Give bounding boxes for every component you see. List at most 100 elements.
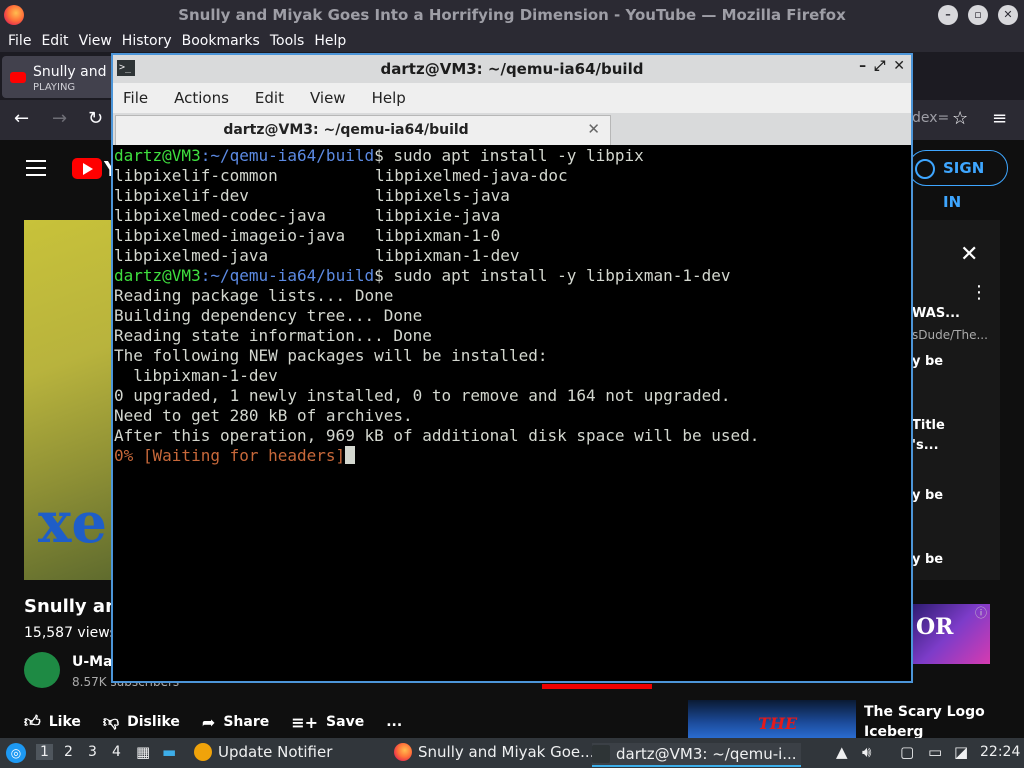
minimize-icon[interactable]: – xyxy=(859,58,866,74)
channel-avatar[interactable] xyxy=(24,652,60,688)
side-text: 's... xyxy=(912,438,939,453)
menu-edit[interactable]: Edit xyxy=(41,33,70,49)
desktop-icon[interactable]: ▬ xyxy=(162,743,176,761)
video-actions: 👍︎ Like 👎︎ Dislike ➦ Share ≡+ Save ... xyxy=(24,712,424,732)
menu-bookmarks[interactable]: Bookmarks xyxy=(182,33,262,49)
thumbs-up-icon: 👍︎ xyxy=(24,712,41,731)
workspace-4[interactable]: 4 xyxy=(112,744,121,760)
user-icon xyxy=(915,159,935,179)
share-button[interactable]: ➦ Share xyxy=(202,713,269,732)
menu-history[interactable]: History xyxy=(122,33,174,49)
terminal-titlebar: >_ dartz@VM3: ~/qemu-ia64/build – ⤢ ✕ xyxy=(113,55,911,83)
close-tab-icon[interactable]: ✕ xyxy=(587,120,600,138)
maximize-icon[interactable]: ⤢ xyxy=(874,58,885,74)
thumbnail-art: OR xyxy=(916,614,954,640)
back-icon[interactable]: ← xyxy=(14,108,29,129)
like-label: Like xyxy=(48,714,81,730)
menu-tools[interactable]: Tools xyxy=(270,33,307,49)
menu-help[interactable]: Help xyxy=(314,33,348,49)
menu-file[interactable]: File xyxy=(8,33,33,49)
completion-row: libpixelmed-imageio-java libpixman-1-0 xyxy=(114,226,911,246)
terminal-line: dartz@VM3:~/qemu-ia64/build$ sudo apt in… xyxy=(114,146,911,166)
youtube-logo-icon[interactable] xyxy=(72,158,102,179)
bluetooth-icon[interactable]: ◪ xyxy=(954,743,968,761)
side-text: sDude/The... xyxy=(912,328,988,342)
side-text: y be xyxy=(912,354,944,369)
close-icon[interactable]: ✕ xyxy=(893,58,905,74)
completion-item: libpixman-1-0 xyxy=(375,226,501,245)
completion-item: libpixelif-common xyxy=(114,166,278,185)
menu-view[interactable]: View xyxy=(79,33,114,49)
url-bar-text[interactable]: dex= xyxy=(912,110,949,126)
sign-in-button[interactable]: SIGN IN xyxy=(908,150,1008,211)
term-menu-help[interactable]: Help xyxy=(372,89,406,107)
firefox-icon xyxy=(394,743,412,761)
workspace-2[interactable]: 2 xyxy=(64,744,73,760)
more-vert-icon[interactable]: ⋮ xyxy=(970,282,988,303)
side-text: y be xyxy=(912,488,944,503)
thumbnail-art: THE xyxy=(758,714,798,733)
bookmark-star-icon[interactable]: ☆ xyxy=(952,108,968,129)
taskbar-terminal[interactable]: dartz@VM3: ~/qemu-i... xyxy=(592,743,801,767)
clipboard-icon[interactable]: ▢ xyxy=(900,743,914,761)
terminal-icon: >_ xyxy=(117,60,135,76)
completion-row: libpixelmed-java libpixman-1-dev xyxy=(114,246,911,266)
info-icon[interactable]: ⓘ xyxy=(975,604,987,621)
thumbs-down-icon: 👎︎ xyxy=(102,712,120,731)
taskbar-firefox[interactable]: Snully and Miyak Goe... xyxy=(394,743,594,761)
term-menu-edit[interactable]: Edit xyxy=(255,89,284,107)
firefox-titlebar: Snully and Miyak Goes Into a Horrifying … xyxy=(0,0,1024,30)
suggested-video-title[interactable]: The Scary Logo Iceberg xyxy=(864,702,985,742)
volume-icon[interactable]: 🔊︎ xyxy=(862,743,871,761)
save-button[interactable]: ≡+ Save xyxy=(291,713,364,732)
share-label: Share xyxy=(223,714,270,730)
completion-row: libpixelif-dev libpixels-java xyxy=(114,186,911,206)
start-menu-icon[interactable]: ◎ xyxy=(6,743,26,763)
output-line: The following NEW packages will be insta… xyxy=(114,346,548,365)
completion-item: libpixels-java xyxy=(375,186,510,205)
prompt-path: :~/qemu-ia64/build xyxy=(200,146,375,165)
hamburger-menu-icon[interactable]: ≡ xyxy=(992,108,1007,129)
workspace-3[interactable]: 3 xyxy=(88,744,97,760)
progress-bar xyxy=(542,684,652,689)
playlist-add-icon: ≡+ xyxy=(291,712,319,732)
youtube-favicon-icon xyxy=(10,72,26,83)
terminal-tab[interactable]: dartz@VM3: ~/qemu-ia64/build ✕ xyxy=(115,115,611,145)
prompt-path: :~/qemu-ia64/build xyxy=(200,266,375,285)
close-icon[interactable]: ✕ xyxy=(960,242,978,267)
share-icon: ➦ xyxy=(201,712,216,732)
forward-icon[interactable]: → xyxy=(52,108,67,129)
taskbar-update-notifier[interactable]: Update Notifier xyxy=(194,743,332,761)
close-icon[interactable]: ✕ xyxy=(998,5,1018,25)
term-menu-file[interactable]: File xyxy=(123,89,148,107)
taskbar-item-label: dartz@VM3: ~/qemu-i... xyxy=(616,745,797,763)
taskbar-item-label: Update Notifier xyxy=(218,743,333,761)
suggested-video-thumbnail[interactable]: THE xyxy=(688,700,856,738)
file-manager-icon[interactable]: ▦ xyxy=(136,743,150,761)
sign-in-label: SIGN IN xyxy=(943,159,985,211)
clock[interactable]: 22:24 xyxy=(980,744,1020,760)
prompt-user: dartz@VM3 xyxy=(114,266,201,285)
terminal-window-title: dartz@VM3: ~/qemu-ia64/build xyxy=(380,60,644,78)
like-button[interactable]: 👍︎ Like xyxy=(24,712,81,732)
minimize-icon[interactable]: – xyxy=(938,5,958,25)
maximize-icon[interactable]: ▫ xyxy=(968,5,988,25)
terminal-icon xyxy=(592,745,610,763)
progress-line: 0% [Waiting for headers] xyxy=(114,446,911,466)
tab-title: Snully and M xyxy=(33,64,124,80)
video-player[interactable]: xe xyxy=(24,220,114,580)
network-icon[interactable]: ▭ xyxy=(928,743,942,761)
terminal-tab-title: dartz@VM3: ~/qemu-ia64/build xyxy=(223,122,469,138)
terminal-output[interactable]: dartz@VM3:~/qemu-ia64/build$ sudo apt in… xyxy=(113,146,911,681)
youtube-menu-icon[interactable] xyxy=(26,160,46,181)
tray-arrow-icon[interactable]: ▲ xyxy=(836,743,848,761)
firefox-logo-icon xyxy=(4,5,24,25)
completion-item: libpixelmed-java-doc xyxy=(375,166,568,185)
term-menu-actions[interactable]: Actions xyxy=(174,89,229,107)
term-menu-view[interactable]: View xyxy=(310,89,346,107)
dislike-button[interactable]: 👎︎ Dislike xyxy=(103,712,180,732)
more-actions-button[interactable]: ... xyxy=(386,714,402,730)
reload-icon[interactable]: ↻ xyxy=(88,108,103,129)
output-line: Reading state information... Done xyxy=(114,326,432,345)
workspace-1[interactable]: 1 xyxy=(36,744,53,760)
